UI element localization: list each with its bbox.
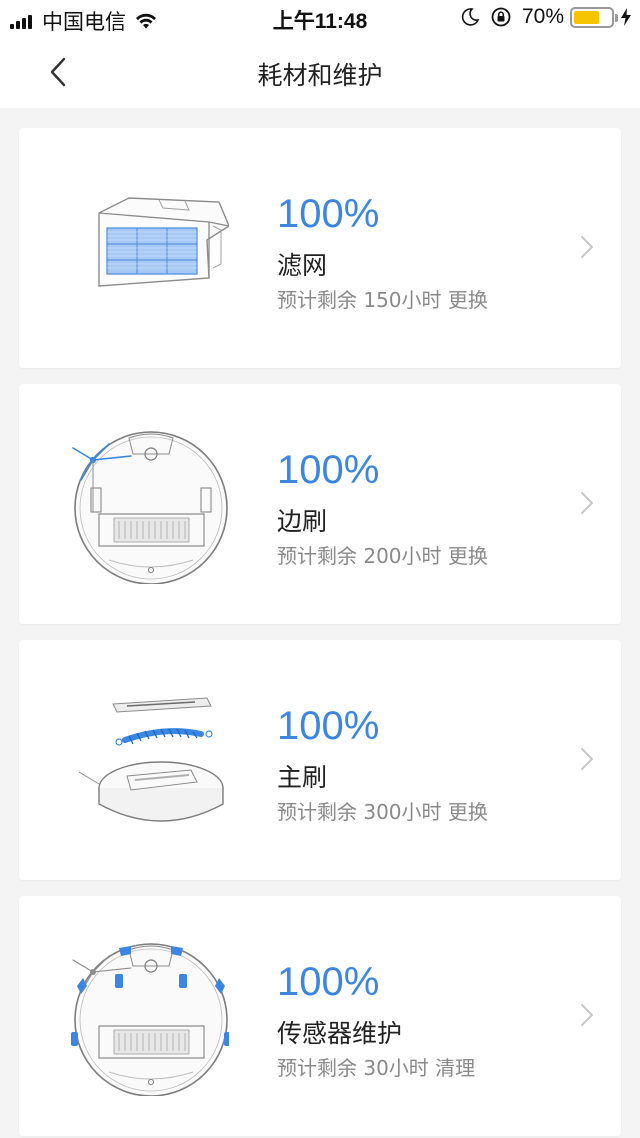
remaining-text: 预计剩余 300小时 更换 xyxy=(277,800,488,824)
consumable-card-main-brush[interactable]: 100% 主刷 预计剩余 300小时 更换 xyxy=(19,640,621,880)
item-name: 主刷 xyxy=(277,763,328,792)
consumable-card-side-brush[interactable]: 100% 边刷 预计剩余 200小时 更换 xyxy=(19,384,621,624)
page-title: 耗材和维护 xyxy=(257,61,383,90)
orientation-lock-icon xyxy=(491,7,511,27)
chevron-right-icon xyxy=(581,1004,593,1026)
sensor-illustration xyxy=(71,943,229,1096)
remaining-text: 预计剩余 200小时 更换 xyxy=(277,544,488,568)
percent-value: 100% xyxy=(277,192,380,236)
main-brush-illustration xyxy=(78,697,224,822)
item-name: 边刷 xyxy=(277,507,328,536)
filter-illustration xyxy=(98,197,229,287)
status-bar: 中国电信 上午11:48 70% xyxy=(0,0,640,36)
remaining-text: 预计剩余 30小时 清理 xyxy=(277,1056,476,1080)
remaining-text: 预计剩余 150小时 更换 xyxy=(277,288,488,312)
side-brush-illustration xyxy=(72,431,228,584)
consumable-card-filter[interactable]: 100% 滤网 预计剩余 150小时 更换 xyxy=(19,128,621,368)
charging-icon xyxy=(621,8,631,26)
percent-value: 100% xyxy=(277,448,380,492)
chevron-right-icon xyxy=(581,748,593,770)
consumable-card-sensor[interactable]: 100% 传感器维护 预计剩余 30小时 清理 xyxy=(19,896,621,1136)
battery-fill xyxy=(574,10,600,24)
item-name: 传感器维护 xyxy=(277,1019,403,1048)
percent-value: 100% xyxy=(277,704,380,748)
battery-percent: 70% xyxy=(521,5,564,28)
status-right: 70% xyxy=(460,5,632,29)
moon-icon xyxy=(461,8,480,26)
battery-icon xyxy=(570,6,618,28)
percent-value: 100% xyxy=(277,960,380,1004)
item-name: 滤网 xyxy=(277,251,328,280)
chevron-right-icon xyxy=(581,492,593,514)
nav-bar: 耗材和维护 xyxy=(0,36,640,108)
chevron-right-icon xyxy=(581,236,593,258)
